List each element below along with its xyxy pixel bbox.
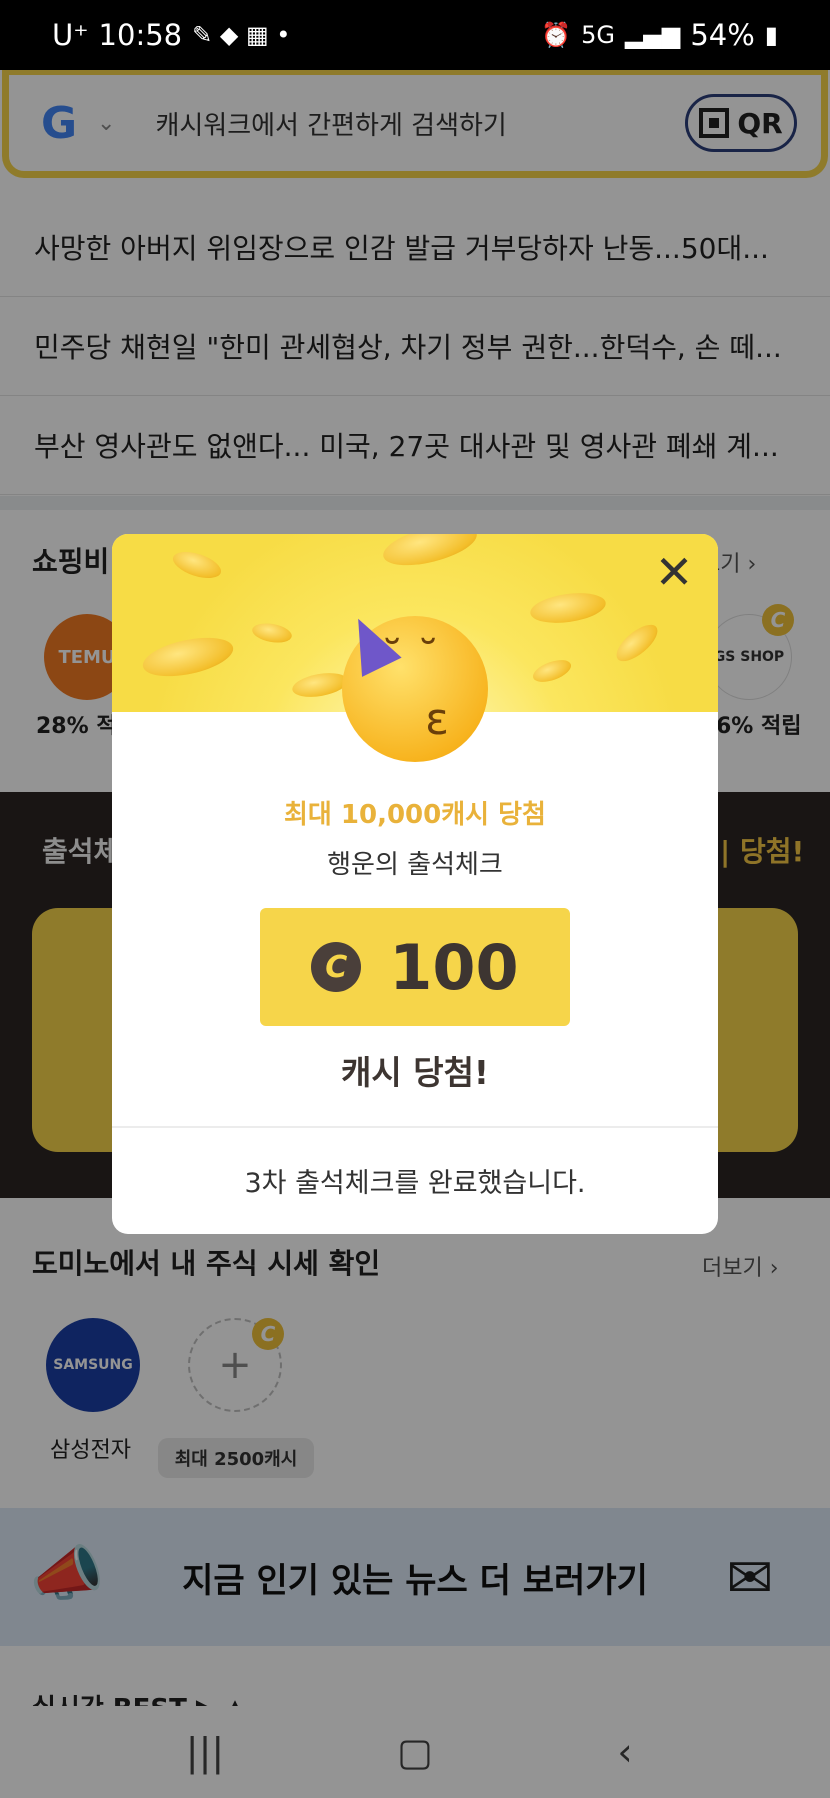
notification-icon: ✎ ◆ ▦ • bbox=[192, 21, 291, 49]
coin-icon bbox=[528, 588, 608, 628]
modal-title: 행운의 출석체크 bbox=[327, 850, 503, 880]
coin-icon bbox=[250, 620, 294, 646]
network-label: 5G bbox=[581, 21, 615, 49]
status-bar: U⁺ 10:58 ✎ ◆ ▦ • ⏰ 5G ▂▄▆ 54% ▮ bbox=[0, 0, 830, 70]
status-right: ⏰ 5G ▂▄▆ 54% ▮ bbox=[541, 18, 778, 52]
attendance-reward-modal: ✕ ˘ ˘ ε 최대 10,000캐시 당첨 행운의 출석체크 C 100 캐시… bbox=[112, 534, 718, 1234]
coin-icon bbox=[139, 630, 237, 684]
carrier-label: U⁺ bbox=[52, 18, 89, 52]
prize-box: C 100 bbox=[260, 908, 570, 1026]
modal-subtitle: 최대 10,000캐시 당첨 bbox=[284, 800, 546, 830]
coin-icon bbox=[290, 669, 350, 701]
cash-coin-icon: C bbox=[311, 942, 362, 992]
coin-icon bbox=[169, 546, 225, 584]
coin-icon bbox=[379, 534, 481, 574]
prize-amount: 100 bbox=[389, 930, 519, 1004]
clock: 10:58 bbox=[98, 18, 183, 52]
modal-footer-message[interactable]: 3차 출석체크를 완료했습니다. bbox=[112, 1126, 718, 1234]
status-left: U⁺ 10:58 ✎ ◆ ▦ • bbox=[52, 18, 290, 52]
coin-icon bbox=[530, 655, 574, 687]
close-icon[interactable]: ✕ bbox=[650, 548, 698, 596]
battery-icon: ▮ bbox=[764, 21, 778, 49]
battery-label: 54% bbox=[690, 18, 755, 52]
signal-icon: ▂▄▆ bbox=[624, 21, 681, 49]
result-text: 캐시 당첨! bbox=[341, 1053, 489, 1092]
alarm-icon: ⏰ bbox=[541, 21, 572, 49]
coin-icon bbox=[610, 618, 664, 668]
